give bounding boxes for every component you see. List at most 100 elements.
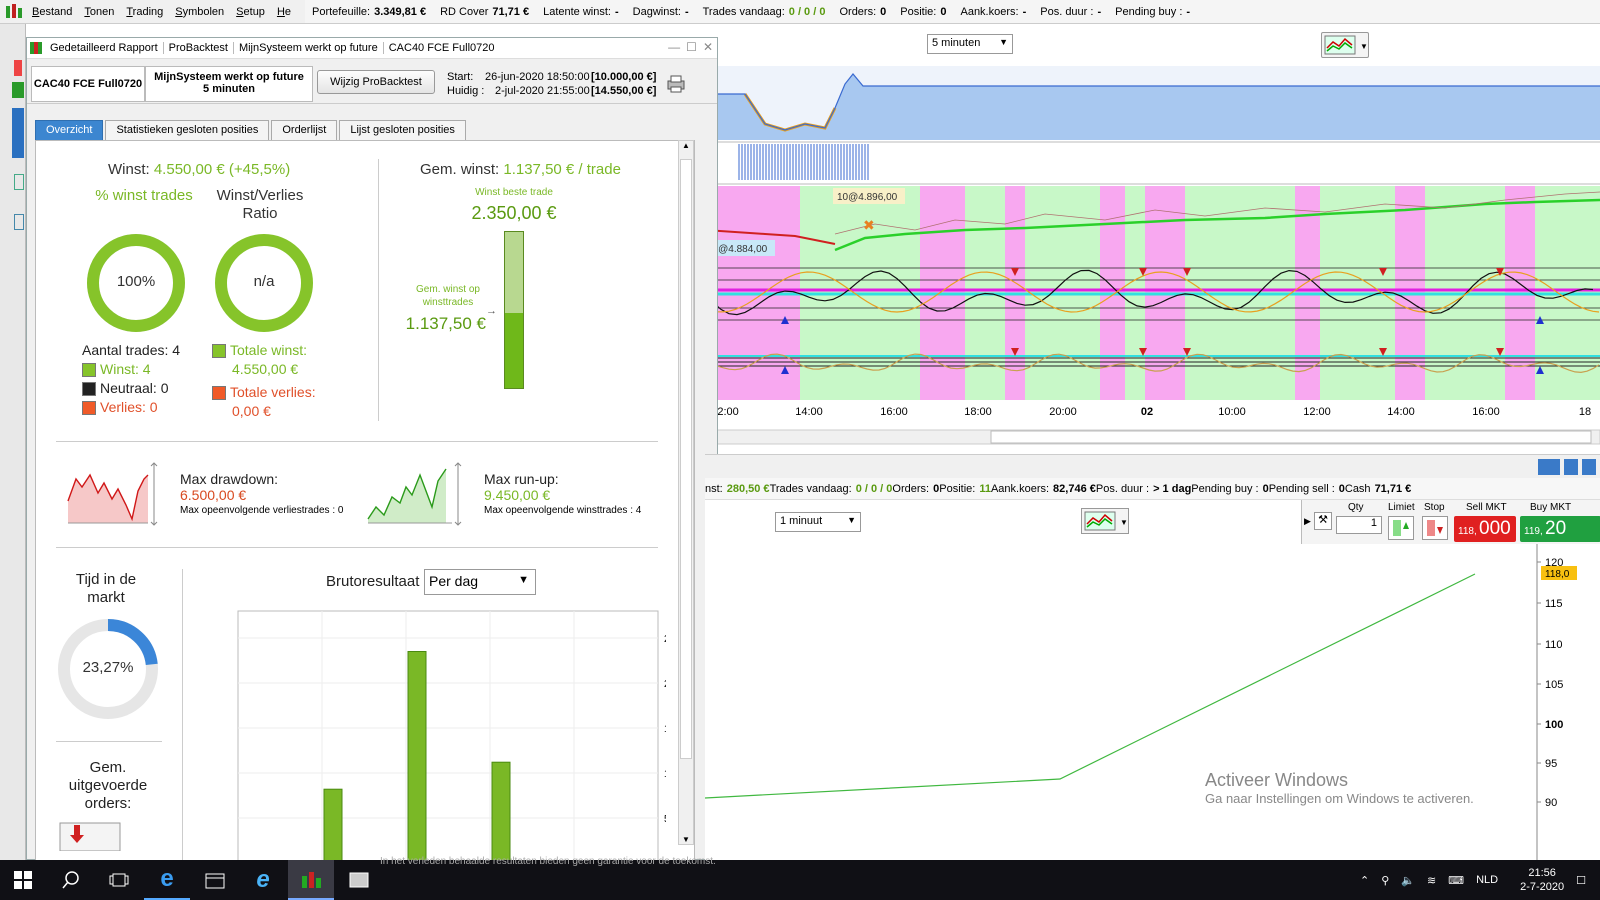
tool-icon[interactable] <box>12 108 24 158</box>
losses-count: Verlies: 0 <box>100 399 158 415</box>
tab-closed-positions-stats[interactable]: Statistieken gesloten posities <box>105 120 270 140</box>
gross-result-bar <box>491 761 511 860</box>
wrench-icon[interactable]: ⚒ <box>1314 512 1332 530</box>
menu-bestand[interactable]: Bestand <box>26 6 78 18</box>
tool-icon[interactable] <box>14 174 24 190</box>
trade-label: 10@4.896,00 <box>837 192 898 203</box>
stop-button[interactable] <box>1422 516 1448 540</box>
status-label: nst: <box>705 482 723 495</box>
clock-date: 2-7-2020 <box>1520 881 1565 893</box>
scroll-down-icon[interactable]: ▼ <box>679 835 693 844</box>
secondary-chart-canvas: 1201151101051009590118,0 <box>705 544 1577 860</box>
calendar-icon[interactable] <box>192 860 238 900</box>
status-label: Cash <box>1344 482 1371 495</box>
trade-counts: Aantal trades: 4 Winst: 4 Neutraal: 0 Ve… <box>82 341 180 417</box>
tool-icon[interactable] <box>12 82 24 98</box>
chevron-up-icon[interactable]: ⌃ <box>1360 874 1369 887</box>
status-label: Latente winst: <box>543 5 611 18</box>
limit-label: Limiet <box>1388 502 1415 513</box>
prorealtime-icon[interactable] <box>288 860 334 900</box>
wins-count: Winst: 4 <box>100 361 151 377</box>
start-windows-icon[interactable] <box>0 860 46 900</box>
max-dd-label: Max drawdown: <box>180 471 279 487</box>
panel-toggle-icon[interactable]: ▶ <box>1304 516 1311 527</box>
x-tick-label: 02 <box>1141 406 1153 418</box>
period-select[interactable]: Per dag ▼ <box>424 569 536 595</box>
total-loss-swatch <box>212 386 226 401</box>
menu-symbolen[interactable]: Symbolen <box>169 6 230 18</box>
menu-help[interactable]: He <box>271 6 297 18</box>
y-tick-label: 95 <box>1545 758 1557 770</box>
status-value: 82,746 € <box>1053 482 1096 495</box>
menu-tonen[interactable]: Tonen <box>78 6 120 18</box>
win-swatch <box>82 363 96 378</box>
win-pct-donut: 100% <box>86 233 186 333</box>
edge-icon[interactable]: e <box>144 860 190 900</box>
close-icon[interactable]: ✕ <box>703 40 713 54</box>
scroll-thumb[interactable] <box>680 159 692 759</box>
minimize-icon[interactable] <box>1564 459 1578 475</box>
start-label: Start: <box>447 71 474 83</box>
search-icon[interactable] <box>48 860 94 900</box>
internet-explorer-icon[interactable]: e <box>240 860 286 900</box>
tab-order-list[interactable]: Orderlijst <box>271 120 338 140</box>
gross-result-label: Brutoresultaat <box>326 573 420 590</box>
y-tick-label: 1.000 <box>664 769 666 780</box>
status-label: Pending sell : <box>1268 482 1335 495</box>
current-label: Huidig : <box>447 85 485 97</box>
bottom-indicator-button[interactable]: ▼ <box>1081 508 1129 534</box>
bottom-status-bar: nst: 280,50 € Trades vandaag: 0 / 0 / 0 Orde… <box>705 478 1600 500</box>
task-view-icon[interactable] <box>96 860 142 900</box>
status-label: Orders: <box>839 5 877 18</box>
app-icon[interactable] <box>336 860 382 900</box>
volume-icon[interactable]: 🔈 <box>1401 874 1415 887</box>
report-scrollbar[interactable]: ▲ ▼ <box>678 140 694 845</box>
clock[interactable]: 21:56 2-7-2020 <box>1520 866 1564 894</box>
sell-mkt-button[interactable]: 118, 000 <box>1454 516 1516 542</box>
sell-label: Sell MKT <box>1466 502 1507 513</box>
status-item: Orders: 0 <box>832 6 893 18</box>
x-tick-label: 14:00 <box>1387 406 1415 418</box>
print-icon[interactable] <box>665 74 687 94</box>
status-label: Pending buy : <box>1191 482 1259 495</box>
price-chart-main[interactable]: 5 minuten ▼ ▼ 10@4.896,00 10@4.884,00 ✖ 12:… <box>705 24 1600 451</box>
best-trade-label: Winst beste trade <box>475 187 553 198</box>
tray: ⌃ ⚲ 🔈 ≋ ⌨ NLD 21:56 2-7-2020 ☐ <box>1360 860 1600 900</box>
tool-icon[interactable] <box>14 60 22 76</box>
menu-setup[interactable]: Setup <box>230 6 271 18</box>
modify-probacktest-button[interactable]: Wijzig ProBacktest <box>317 70 435 94</box>
y-tick-label: 2.500 <box>664 634 666 645</box>
maximize-icon[interactable] <box>1582 459 1596 475</box>
status-item: Pending sell :0 <box>1269 483 1345 495</box>
wifi-icon[interactable]: ≋ <box>1427 874 1436 887</box>
status-value: 0 / 0 / 0 <box>855 482 893 495</box>
keyboard-tray-icon[interactable]: ⌨ <box>1448 874 1464 887</box>
status-item: Pos. duur :- <box>1033 6 1108 18</box>
tab-closed-positions-list[interactable]: Lijst gesloten posities <box>339 120 466 140</box>
status-label: Positie: <box>939 482 976 495</box>
runup-info: Max run-up: 9.450,00 € Max opeenvolgende… <box>484 471 641 516</box>
status-label: Orders: <box>892 482 930 495</box>
bottom-timeframe-select[interactable]: 1 minuut ▼ <box>775 512 861 532</box>
buy-mkt-button[interactable]: 119, 20 <box>1520 516 1600 542</box>
scroll-up-icon[interactable]: ▲ <box>679 141 693 150</box>
network-icon[interactable]: ⚲ <box>1381 874 1389 887</box>
secondary-chart[interactable]: 1 minuut ▼ ▼ ▶ ⚒ Qty 1 Limiet Stop Sell … <box>705 500 1600 860</box>
keyboard-icon[interactable] <box>1538 459 1560 475</box>
language-indicator[interactable]: NLD <box>1476 874 1498 886</box>
portfolio-status-bar: Portefeuille: 3.349,81 € RD Cover 71,71 € La… <box>305 0 1600 24</box>
status-label: Dagwinst: <box>632 5 681 18</box>
max-ru-value: 9.450,00 € <box>484 487 551 503</box>
notifications-icon[interactable]: ☐ <box>1576 874 1586 887</box>
status-label: Trades vandaag: <box>702 5 785 18</box>
limit-button[interactable] <box>1388 516 1414 540</box>
chart-scroll-thumb[interactable] <box>990 430 1592 444</box>
drawdown-sparkline <box>67 462 158 526</box>
menu-trading[interactable]: Trading <box>120 6 169 18</box>
qty-input[interactable]: 1 <box>1336 516 1382 534</box>
tool-icon[interactable] <box>14 214 24 230</box>
tab-overview[interactable]: Overzicht <box>35 120 104 140</box>
maximize-icon[interactable]: ☐ <box>686 40 697 54</box>
avg-bar <box>504 231 524 389</box>
minimize-icon[interactable]: — <box>668 40 680 54</box>
